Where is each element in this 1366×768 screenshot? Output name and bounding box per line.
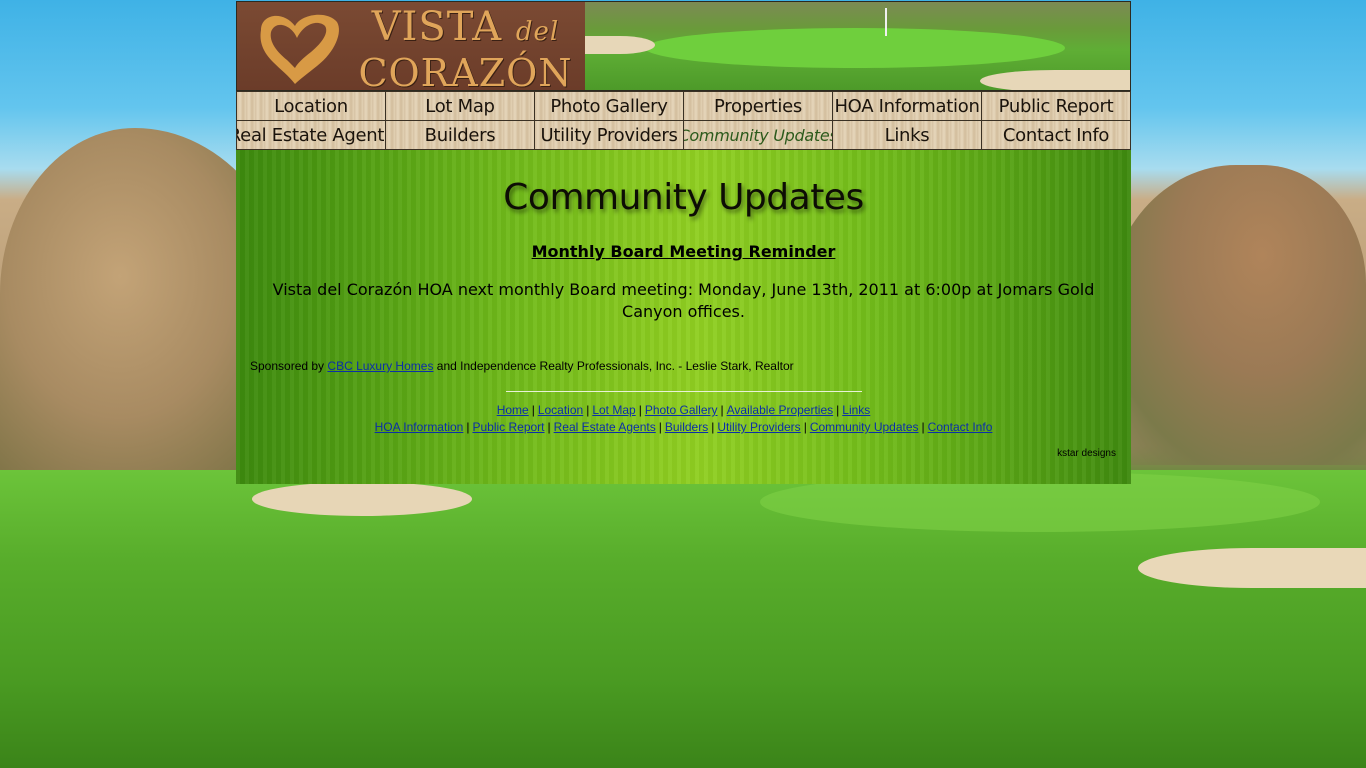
- footer-separator: |: [586, 403, 590, 417]
- photo-flagstick: [885, 8, 887, 36]
- sponsor-link[interactable]: CBC Luxury Homes: [327, 359, 433, 373]
- nav-community-updates[interactable]: Community Updates: [684, 121, 833, 150]
- logo-line2: CORAZÓN: [358, 51, 573, 95]
- background-sand-bunker: [1138, 548, 1366, 588]
- footer-row-2: HOA Information | Public Report | Real Estat…: [236, 419, 1131, 436]
- logo-wordmark: VISTA del CORAZÓN: [353, 6, 578, 93]
- footer-link-real-estate-agents[interactable]: Real Estate Agents: [554, 420, 656, 434]
- footer-link-builders[interactable]: Builders: [665, 420, 708, 434]
- footer-separator: |: [921, 420, 925, 434]
- footer-links: Home | Location | Lot Map | Photo Gallery | Avai…: [236, 402, 1131, 436]
- sponsor-suffix: and Independence Realty Professionals, I…: [436, 359, 794, 373]
- page-container: VISTA del CORAZÓN Location Lot Map Photo…: [236, 1, 1131, 484]
- footer-separator: |: [547, 420, 551, 434]
- footer-link-location[interactable]: Location: [538, 403, 583, 417]
- nav-properties[interactable]: Properties: [684, 92, 833, 121]
- footer-link-hoa-information[interactable]: HOA Information: [375, 420, 464, 434]
- footer-separator: |: [658, 420, 662, 434]
- footer-row-1: Home | Location | Lot Map | Photo Gallery | Avai…: [236, 402, 1131, 419]
- nav-hoa-information[interactable]: HOA Information: [833, 92, 982, 121]
- footer-separator: |: [711, 420, 715, 434]
- nav-links[interactable]: Links: [833, 121, 982, 150]
- footer-link-available-properties[interactable]: Available Properties: [727, 403, 834, 417]
- footer-link-community-updates[interactable]: Community Updates: [810, 420, 919, 434]
- header-golf-photo: [585, 2, 1130, 90]
- page-title: Community Updates: [503, 177, 864, 218]
- nav-builders[interactable]: Builders: [386, 121, 535, 150]
- nav-contact-info[interactable]: Contact Info: [982, 121, 1131, 150]
- footer-link-contact-info[interactable]: Contact Info: [928, 420, 993, 434]
- main-navigation: Location Lot Map Photo Gallery Propertie…: [236, 91, 1131, 150]
- site-header: VISTA del CORAZÓN: [236, 1, 1131, 93]
- designer-credit: kstar designs: [1057, 448, 1116, 459]
- photo-sand-bunker: [980, 70, 1130, 90]
- footer-separator: |: [638, 403, 642, 417]
- update-heading: Monthly Board Meeting Reminder: [531, 242, 836, 261]
- footer-link-photo-gallery[interactable]: Photo Gallery: [645, 403, 718, 417]
- nav-real-estate-agents[interactable]: Real Estate Agents: [237, 121, 386, 150]
- update-body: Vista del Corazón HOA next monthly Board…: [272, 280, 1095, 321]
- footer-link-home[interactable]: Home: [497, 403, 529, 417]
- footer-link-utility-providers[interactable]: Utility Providers: [717, 420, 800, 434]
- photo-sand-bunker: [585, 36, 655, 54]
- main-content: Community Updates Monthly Board Meeting …: [236, 150, 1131, 484]
- footer-link-links[interactable]: Links: [842, 403, 870, 417]
- site-logo[interactable]: VISTA del CORAZÓN: [237, 2, 585, 93]
- background-sand-bunker: [252, 482, 472, 516]
- logo-del: del: [515, 17, 560, 47]
- logo-line1: VISTA del: [353, 6, 578, 53]
- footer-separator: |: [720, 403, 724, 417]
- footer-link-lot-map[interactable]: Lot Map: [592, 403, 635, 417]
- footer-separator: |: [466, 420, 470, 434]
- footer-link-public-report[interactable]: Public Report: [472, 420, 544, 434]
- nav-photo-gallery[interactable]: Photo Gallery: [535, 92, 684, 121]
- background-hill-right: [1106, 165, 1366, 465]
- nav-lot-map[interactable]: Lot Map: [386, 92, 535, 121]
- heart-icon: [260, 14, 339, 84]
- nav-public-report[interactable]: Public Report: [982, 92, 1131, 121]
- photo-putting-green: [645, 28, 1065, 68]
- sponsor-line: Sponsored by CBC Luxury Homes and Indepe…: [236, 359, 1131, 373]
- nav-location[interactable]: Location: [237, 92, 386, 121]
- nav-utility-providers[interactable]: Utility Providers: [535, 121, 684, 150]
- footer-separator: |: [836, 403, 840, 417]
- logo-vista: VISTA: [371, 4, 503, 50]
- footer-separator: |: [531, 403, 535, 417]
- sponsor-prefix: Sponsored by: [250, 359, 325, 373]
- footer-separator: |: [803, 420, 807, 434]
- footer-divider: [505, 391, 862, 392]
